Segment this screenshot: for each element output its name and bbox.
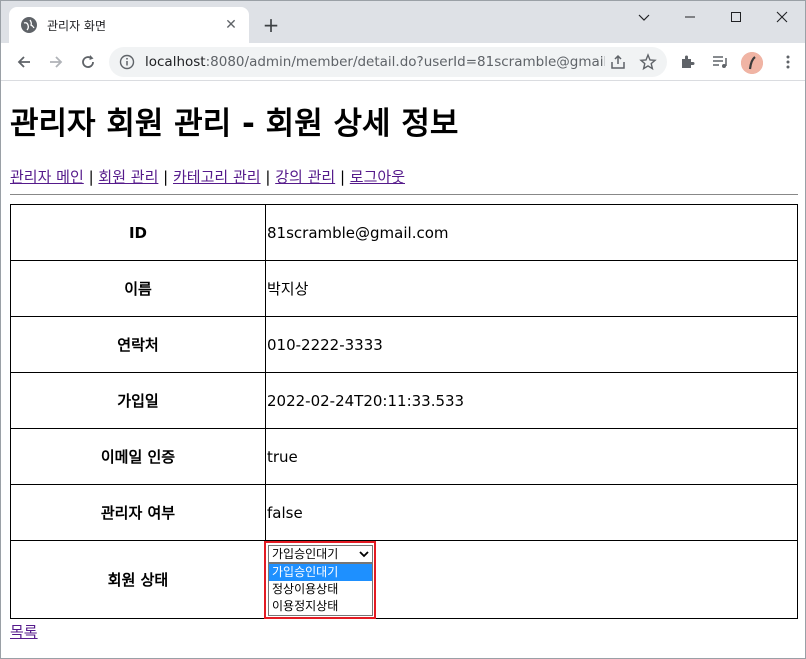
reload-icon[interactable] — [73, 47, 103, 77]
row-label-joined: 가입일 — [10, 372, 266, 429]
nav-link-logout[interactable]: 로그아웃 — [350, 168, 405, 186]
bookmark-star-icon[interactable] — [639, 53, 657, 71]
table-row: 가입일 2022-02-24T20:11:33.533 — [10, 372, 798, 429]
forward-arrow-icon[interactable] — [41, 47, 71, 77]
member-detail-table: ID 81scramble@gmail.com 이름 박지상 연락처 010-2… — [10, 204, 798, 619]
nav-separator: | — [163, 168, 169, 186]
table-row: 관리자 여부 false — [10, 484, 798, 541]
nav-separator: | — [339, 168, 346, 186]
row-label-email-verified: 이메일 인증 — [10, 428, 266, 485]
list-link[interactable]: 목록 — [10, 621, 38, 642]
row-value-admin: false — [265, 484, 798, 541]
media-queue-icon[interactable] — [705, 47, 735, 77]
row-label-phone: 연락처 — [10, 316, 266, 373]
nav-link-category[interactable]: 카테고리 관리 — [173, 168, 261, 186]
more-menu-icon[interactable] — [773, 47, 803, 77]
divider — [10, 194, 798, 195]
row-value-name: 박지상 — [265, 260, 798, 317]
tab-title: 관리자 화면 — [47, 18, 107, 33]
table-row: 이름 박지상 — [10, 260, 798, 317]
nav-link-admin-main[interactable]: 관리자 메인 — [10, 168, 84, 186]
table-row: 회원 상태 가입승인대기 가입승인대기 정상이용상태 이용정지상태 — [10, 540, 798, 619]
admin-nav: 관리자 메인 | 회원 관리 | 카테고리 관리 | 강의 관리 | 로그아웃 — [10, 167, 798, 187]
nav-separator: | — [265, 168, 271, 186]
status-option[interactable]: 정상이용상태 — [269, 581, 372, 598]
tab-search-chevron-icon[interactable] — [621, 1, 667, 33]
globe-icon — [21, 17, 37, 33]
browser-tab[interactable]: 관리자 화면 ✕ — [9, 7, 249, 43]
row-value-status: 가입승인대기 가입승인대기 정상이용상태 이용정지상태 — [264, 540, 798, 619]
chevron-down-icon — [359, 551, 369, 558]
address-bar[interactable]: localhost:8080/admin/member/detail.do?us… — [109, 47, 667, 77]
nav-link-member[interactable]: 회원 관리 — [98, 168, 158, 186]
status-option[interactable]: 가입승인대기 — [269, 564, 372, 581]
table-row: 이메일 인증 true — [10, 428, 798, 485]
maximize-button[interactable] — [713, 1, 759, 33]
profile-avatar[interactable] — [741, 52, 763, 74]
url-host: localhost — [145, 54, 206, 70]
status-select-wrap: 가입승인대기 가입승인대기 정상이용상태 이용정지상태 — [264, 541, 797, 619]
nav-link-course[interactable]: 강의 관리 — [275, 168, 335, 186]
site-info-icon[interactable] — [119, 54, 135, 70]
tab-strip: 관리자 화면 ✕ + — [1, 1, 805, 43]
row-value-phone: 010-2222-3333 — [265, 316, 798, 373]
row-value-id: 81scramble@gmail.com — [265, 204, 798, 261]
extensions-puzzle-icon[interactable] — [673, 47, 703, 77]
row-label-admin: 관리자 여부 — [10, 484, 266, 541]
url-text: localhost:8080/admin/member/detail.do?us… — [145, 54, 605, 70]
minimize-button[interactable] — [667, 1, 713, 33]
browser-toolbar: localhost:8080/admin/member/detail.do?us… — [1, 43, 805, 81]
browser-window: 관리자 화면 ✕ + localhost:8080/admin/member/d… — [0, 0, 806, 659]
nav-separator: | — [88, 168, 94, 186]
row-label-status: 회원 상태 — [10, 540, 266, 619]
close-window-button[interactable] — [759, 1, 805, 33]
page-title: 관리자 회원 관리 - 회원 상세 정보 — [10, 106, 459, 142]
table-row: 연락처 010-2222-3333 — [10, 316, 798, 373]
status-option[interactable]: 이용정지상태 — [269, 598, 372, 615]
row-value-email-verified: true — [265, 428, 798, 485]
page-content: 관리자 회원 관리 - 회원 상세 정보 관리자 메인 | 회원 관리 | 카테… — [1, 82, 805, 658]
back-arrow-icon[interactable] — [9, 47, 39, 77]
url-path: :8080/admin/member/detail.do?userId=81sc… — [205, 54, 605, 70]
status-select-value: 가입승인대기 — [272, 547, 339, 561]
row-label-id: ID — [10, 204, 266, 261]
table-row: ID 81scramble@gmail.com — [10, 204, 798, 261]
share-icon[interactable] — [609, 53, 627, 71]
new-tab-button[interactable]: + — [259, 13, 283, 37]
status-dropdown: 가입승인대기 정상이용상태 이용정지상태 — [268, 563, 373, 616]
row-label-name: 이름 — [10, 260, 266, 317]
row-value-joined: 2022-02-24T20:11:33.533 — [265, 372, 798, 429]
tab-close-icon[interactable]: ✕ — [221, 15, 241, 35]
status-select[interactable]: 가입승인대기 — [268, 545, 373, 563]
